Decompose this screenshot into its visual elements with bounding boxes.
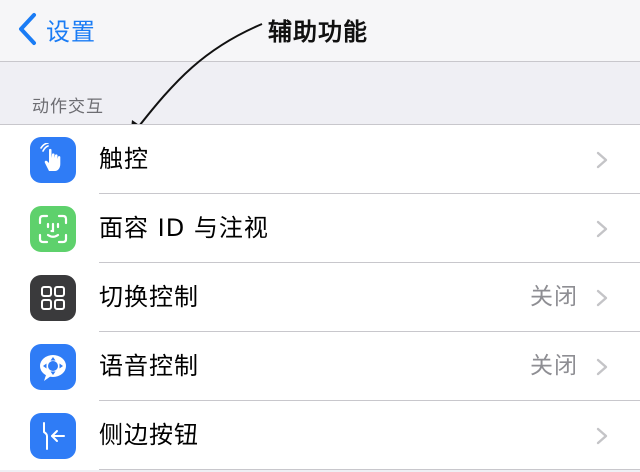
voice-control-icon <box>30 344 76 390</box>
chevron-right-icon <box>596 151 608 169</box>
row-divider <box>99 469 640 470</box>
face-id-icon <box>30 206 76 252</box>
section-header: 动作交互 <box>32 97 104 117</box>
chevron-right-icon <box>596 427 608 445</box>
row-side-button-label: 侧边按钮 <box>99 421 199 449</box>
annotation-label: 辅助功能 <box>268 18 368 46</box>
row-face-id-label: 面容 ID 与注视 <box>99 214 269 242</box>
row-voice-control-value: 关闭 <box>530 353 578 379</box>
chevron-right-icon <box>596 358 608 376</box>
row-switch-control-value: 关闭 <box>530 284 578 310</box>
row-voice-control-label: 语音控制 <box>99 352 199 380</box>
row-switch-control-label: 切换控制 <box>99 283 199 311</box>
switch-control-icon <box>30 275 76 321</box>
row-touch[interactable]: 触控 <box>0 125 640 194</box>
settings-list: 触控 面容 ID 与注视 切换控制 关闭 语音控制 关闭 侧边按钮 <box>0 124 640 470</box>
hand-pointer-icon <box>30 137 76 183</box>
row-side-button[interactable]: 侧边按钮 <box>0 401 640 470</box>
chevron-left-icon <box>19 13 36 45</box>
row-switch-control[interactable]: 切换控制 关闭 <box>0 263 640 332</box>
row-touch-label: 触控 <box>99 145 149 173</box>
back-button-label: 设置 <box>46 17 96 46</box>
row-voice-control[interactable]: 语音控制 关闭 <box>0 332 640 401</box>
back-button[interactable]: 设置 <box>16 9 96 49</box>
chevron-right-icon <box>596 289 608 307</box>
row-face-id-attention[interactable]: 面容 ID 与注视 <box>0 194 640 263</box>
chevron-right-icon <box>596 220 608 238</box>
side-button-icon <box>30 413 76 459</box>
